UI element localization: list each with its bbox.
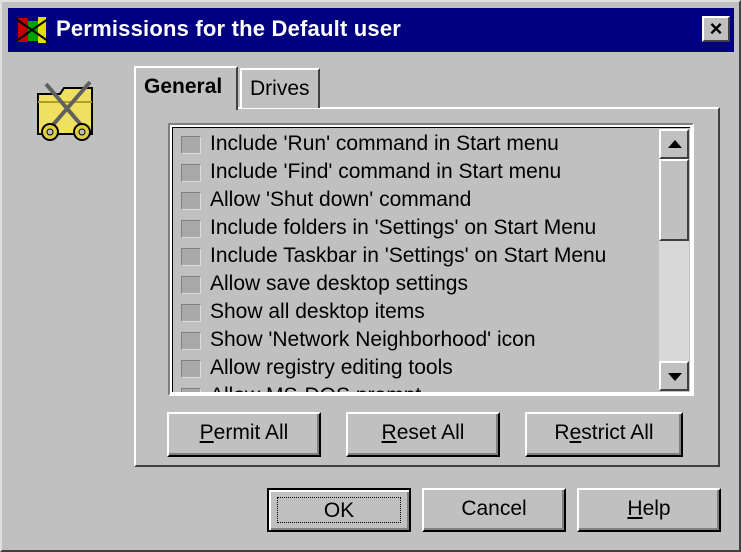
ok-button[interactable]: OK — [267, 488, 411, 532]
list-item[interactable]: Include 'Find' command in Start menu — [177, 158, 657, 186]
permission-checkbox[interactable] — [181, 388, 201, 392]
tab-general-label: General — [144, 75, 223, 98]
permission-checkbox[interactable] — [181, 164, 201, 182]
close-button[interactable]: × — [702, 16, 730, 42]
permission-checkbox[interactable] — [181, 332, 201, 350]
permission-checkbox[interactable] — [181, 276, 201, 294]
list-item-label: Include Taskbar in 'Settings' on Start M… — [210, 244, 607, 267]
close-icon: × — [709, 16, 723, 41]
permission-checkbox[interactable] — [181, 192, 201, 210]
permit-all-button[interactable]: Permit All — [167, 412, 321, 457]
list-item[interactable]: Include folders in 'Settings' on Start M… — [177, 214, 657, 242]
ok-button-label: OK — [277, 497, 401, 523]
restrict-all-prefix: R — [554, 421, 570, 444]
permission-checkbox[interactable] — [181, 304, 201, 322]
list-item-label: Allow save desktop settings — [210, 272, 468, 295]
arrow-up-icon — [668, 140, 682, 148]
permission-checkbox[interactable] — [181, 360, 201, 378]
reset-all-mnemonic: R — [381, 421, 397, 444]
cancel-button[interactable]: Cancel — [422, 488, 566, 532]
list-item-label: Show 'Network Neighborhood' icon — [210, 328, 536, 351]
list-item[interactable]: Allow MS-DOS prompt — [177, 382, 657, 392]
window-title: Permissions for the Default user — [56, 16, 402, 41]
list-item-label: Allow MS-DOS prompt — [210, 384, 421, 392]
scrollbar-thumb[interactable] — [659, 159, 689, 241]
reset-all-label: eset All — [396, 421, 465, 444]
list-item-label: Allow 'Shut down' command — [210, 188, 472, 211]
title-bar[interactable]: Permissions for the Default user × — [8, 8, 734, 52]
scroll-down-button[interactable] — [659, 361, 689, 391]
cancel-button-label: Cancel — [461, 497, 527, 520]
permissions-dialog: Permissions for the Default user × Gener… — [0, 0, 741, 552]
list-item[interactable]: Allow save desktop settings — [177, 270, 657, 298]
permission-checkbox[interactable] — [181, 248, 201, 266]
permission-checkbox[interactable] — [181, 220, 201, 238]
restrict-all-button[interactable]: Restrict All — [525, 412, 683, 457]
vertical-scrollbar[interactable] — [659, 129, 689, 391]
list-item-label: Include folders in 'Settings' on Start M… — [210, 216, 597, 239]
permit-all-label: ermit All — [213, 421, 289, 444]
policy-editor-icon — [15, 17, 49, 43]
list-item-label: Include 'Find' command in Start menu — [210, 160, 562, 183]
list-item[interactable]: Include Taskbar in 'Settings' on Start M… — [177, 242, 657, 270]
tab-drives-label: Drives — [250, 77, 310, 100]
security-keys-folder-icon — [37, 80, 93, 141]
list-item[interactable]: Show all desktop items — [177, 298, 657, 326]
list-item[interactable]: Include 'Run' command in Start menu — [177, 130, 657, 158]
tab-drives[interactable]: Drives — [240, 68, 320, 108]
scroll-up-button[interactable] — [659, 129, 689, 159]
permission-checkbox[interactable] — [181, 136, 201, 154]
list-item-label: Allow registry editing tools — [210, 356, 453, 379]
list-item-label: Show all desktop items — [210, 300, 425, 323]
help-button-label: elp — [642, 497, 671, 520]
list-item[interactable]: Show 'Network Neighborhood' icon — [177, 326, 657, 354]
restrict-all-label: strict All — [581, 421, 654, 444]
list-item[interactable]: Allow registry editing tools — [177, 354, 657, 382]
reset-all-button[interactable]: Reset All — [346, 412, 500, 457]
help-button[interactable]: Help — [577, 488, 721, 532]
arrow-down-icon — [668, 373, 682, 381]
list-item-label: Include 'Run' command in Start menu — [210, 132, 559, 155]
permit-all-mnemonic: P — [199, 421, 214, 444]
list-item[interactable]: Allow 'Shut down' command — [177, 186, 657, 214]
restrict-all-mnemonic: e — [569, 421, 582, 444]
tab-general[interactable]: General — [134, 66, 238, 110]
permissions-list[interactable]: Include 'Run' command in Start menu Incl… — [168, 123, 694, 396]
help-mnemonic: H — [627, 497, 643, 520]
permissions-list-viewport: Include 'Run' command in Start menu Incl… — [172, 127, 690, 392]
